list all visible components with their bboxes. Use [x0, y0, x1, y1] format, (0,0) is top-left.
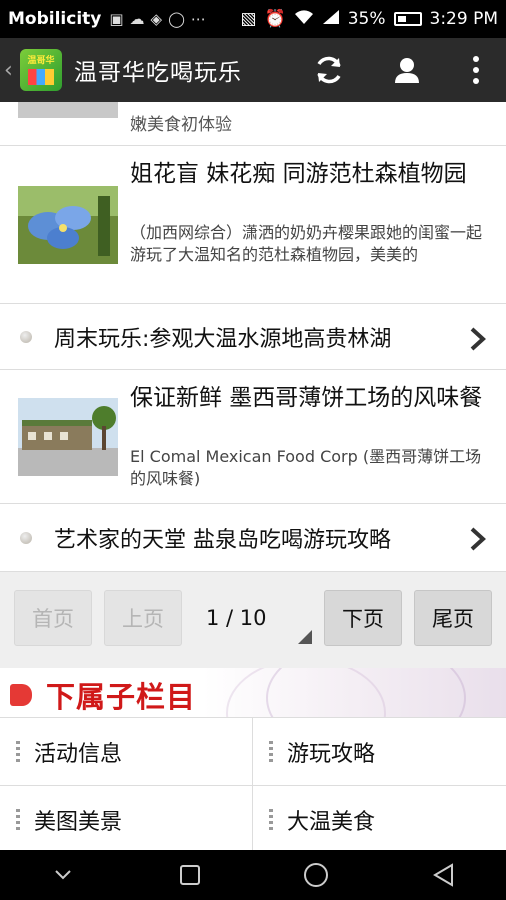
last-page-button[interactable]: 尾页	[414, 590, 492, 646]
subcategory-item[interactable]: 游玩攻略	[253, 718, 506, 786]
overflow-menu-icon	[473, 56, 479, 84]
refresh-button[interactable]	[290, 38, 368, 102]
subcategory-label: 美图美景	[34, 809, 123, 835]
battery-icon	[393, 12, 422, 26]
link-label: 周末玩乐:参观大温水源地高贵林湖	[54, 326, 392, 352]
next-page-button[interactable]: 下页	[324, 590, 402, 646]
subcategory-label: 大温美食	[287, 809, 376, 835]
grip-icon	[16, 740, 20, 763]
clock: 3:29 PM	[429, 9, 499, 29]
news-description: （加西网综合）潇洒的奶奶卉樱果跟她的闺蜜一起游玩了大温知名的范杜森植物园，美美的	[130, 223, 483, 264]
app-icon: ◈	[150, 10, 163, 28]
profile-icon	[395, 58, 419, 83]
nav-down-icon	[55, 870, 71, 880]
status-bar: Mobilicity ▣ ☁ ◈ ◯ ⋯ ▧ ⏰ 35% 3:29 PM	[0, 0, 506, 38]
more-notifications-icon: ⋯	[190, 10, 206, 28]
prev-page-button[interactable]: 上页	[104, 590, 182, 646]
flower-thumbnail-image	[18, 186, 118, 264]
overflow-menu-button[interactable]	[446, 38, 506, 102]
app-title: 温哥华吃喝玩乐	[74, 60, 242, 86]
system-nav-bar	[0, 850, 506, 900]
wifi-icon	[294, 9, 314, 30]
section-marker-icon	[10, 684, 32, 706]
page-select[interactable]: 1 / 10	[194, 590, 314, 646]
signal-icon	[322, 9, 340, 30]
subcategory-item[interactable]: 活动信息	[0, 718, 253, 786]
app-logo-text: 温哥华	[27, 55, 55, 66]
subcategory-grid: 活动信息 游玩攻略 美图美景 大温美食	[0, 718, 506, 850]
link-label: 艺术家的天堂 盐泉岛吃喝游玩攻略	[54, 527, 391, 553]
battery-percent: 35%	[347, 9, 386, 29]
image-icon: ▣	[109, 10, 124, 28]
app-logo-graphic	[28, 68, 54, 85]
list-item[interactable]: 嫩美食初体验	[0, 102, 506, 146]
bullet-dot-icon	[20, 531, 32, 544]
item-description: 嫩美食初体验	[130, 115, 232, 135]
page-indicator: 1 / 10	[206, 606, 267, 630]
news-title: 姐花盲 妹花痴 同游范杜森植物园	[130, 161, 467, 187]
back-icon	[432, 863, 453, 887]
subcategory-label: 游玩攻略	[287, 741, 376, 767]
subcategory-header: 下属子栏目	[0, 668, 506, 718]
chevron-right-icon	[470, 527, 486, 551]
news-item[interactable]: 保证新鲜 墨西哥薄饼工场的风味餐 El Comal Mexican Food C…	[0, 370, 506, 504]
subcategory-item[interactable]: 大温美食	[253, 786, 506, 850]
recent-apps-icon	[179, 865, 200, 885]
grip-icon	[269, 808, 273, 831]
news-title: 保证新鲜 墨西哥薄饼工场的风味餐	[130, 385, 483, 411]
subcategory-label: 活动信息	[34, 741, 123, 767]
news-description: El Comal Mexican Food Corp (墨西哥薄饼工场的风味餐)	[130, 447, 482, 488]
shield-icon: ◯	[168, 10, 185, 28]
nav-down-button[interactable]	[33, 850, 93, 900]
link-item[interactable]: 周末玩乐:参观大温水源地高贵林湖	[0, 304, 506, 370]
vibrate-icon: ▧	[240, 9, 257, 29]
profile-button[interactable]	[368, 38, 446, 102]
carrier-name: Mobilicity	[8, 9, 102, 29]
first-page-button[interactable]: 首页	[14, 590, 92, 646]
section-title: 下属子栏目	[46, 680, 197, 714]
grip-icon	[269, 740, 273, 763]
thumbnail-image	[18, 102, 118, 118]
pagination: 首页 上页 1 / 10 下页 尾页	[0, 572, 506, 668]
chevron-right-icon	[470, 327, 486, 351]
grip-icon	[16, 808, 20, 831]
alarm-icon: ⏰	[264, 9, 286, 29]
bullet-dot-icon	[20, 330, 32, 343]
cloud-icon: ☁	[129, 10, 145, 28]
subcategory-item[interactable]: 美图美景	[0, 786, 253, 850]
home-button[interactable]	[286, 850, 346, 900]
app-logo[interactable]: 温哥华	[20, 49, 62, 91]
content-list[interactable]: 嫩美食初体验 姐花盲 妹花痴 同游范杜森植物园 （加西网综合）潇洒的奶奶卉樱果跟…	[0, 102, 506, 850]
decorative-swirl	[226, 668, 386, 717]
back-button[interactable]	[413, 850, 473, 900]
up-chevron-icon[interactable]: ‹	[4, 58, 18, 83]
recent-apps-button[interactable]	[160, 850, 220, 900]
building-thumbnail-image	[18, 398, 118, 476]
app-bar: ‹ 温哥华 温哥华吃喝玩乐	[0, 38, 506, 102]
refresh-icon	[317, 56, 341, 84]
link-item[interactable]: 艺术家的天堂 盐泉岛吃喝游玩攻略	[0, 504, 506, 572]
home-icon	[304, 863, 329, 887]
notification-icons: ▣ ☁ ◈ ◯ ⋯	[109, 10, 206, 28]
dropdown-triangle-icon	[298, 630, 312, 644]
news-item[interactable]: 姐花盲 妹花痴 同游范杜森植物园 （加西网综合）潇洒的奶奶卉樱果跟她的闺蜜一起游…	[0, 146, 506, 304]
